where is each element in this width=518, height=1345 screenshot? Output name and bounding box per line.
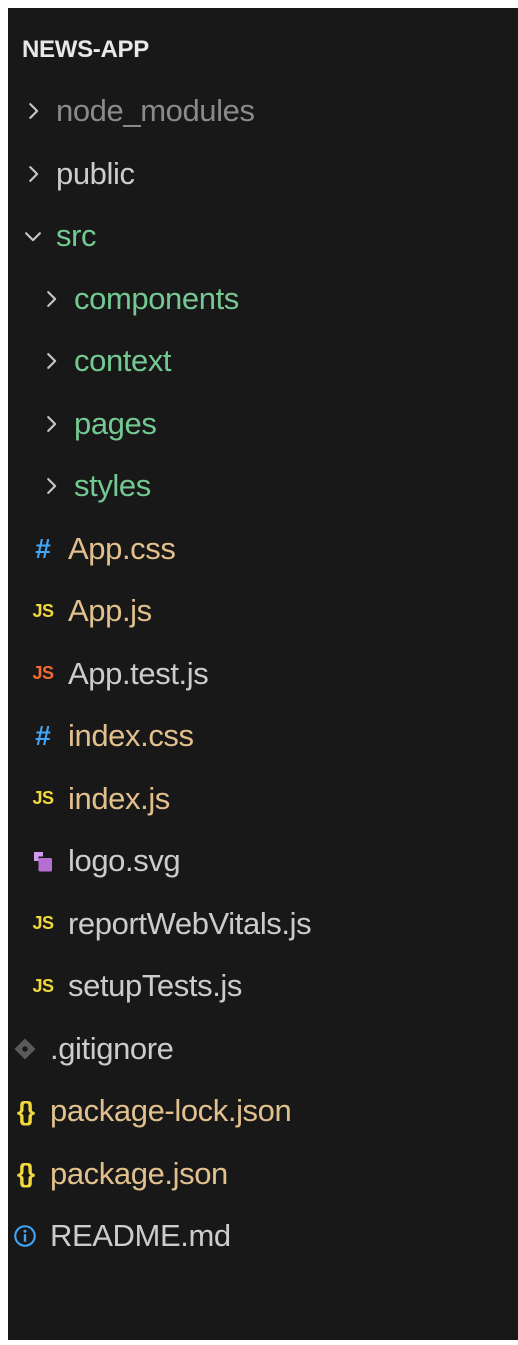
js-test-icon: JS: [32, 663, 54, 684]
explorer-title: NEWS-APP: [22, 36, 149, 63]
folder-item-context[interactable]: context: [8, 330, 518, 393]
tree-item-label: index.js: [68, 780, 170, 816]
file-item-index-js[interactable]: JS index.js: [8, 768, 518, 831]
file-item-gitignore[interactable]: .gitignore: [8, 1018, 518, 1081]
chevron-right-icon: [38, 346, 64, 376]
tree-item-label: index.css: [68, 718, 194, 754]
js-icon: JS: [32, 913, 54, 934]
folder-item-pages[interactable]: pages: [8, 393, 518, 456]
css-hash-icon: #: [35, 720, 51, 752]
file-tree: node_modulespublic src components context pa…: [8, 80, 518, 1268]
tree-item-label: logo.svg: [68, 843, 181, 879]
tree-item-label: node_modules: [56, 93, 255, 129]
js-icon: JS: [32, 788, 54, 809]
tree-item-label: App.js: [68, 593, 152, 629]
file-item-index-css[interactable]: # index.css: [8, 705, 518, 768]
folder-item-styles[interactable]: styles: [8, 455, 518, 518]
tree-item-label: pages: [74, 405, 157, 441]
json-braces-icon: {}: [16, 1158, 35, 1189]
file-item-app-js[interactable]: JS App.js: [8, 580, 518, 643]
folder-item-components[interactable]: components: [8, 268, 518, 331]
tree-item-label: src: [56, 218, 97, 254]
file-item-package-json[interactable]: {} package.json: [8, 1143, 518, 1206]
folder-item-src[interactable]: src: [8, 205, 518, 268]
svg-icon: [28, 845, 58, 877]
file-item-app-css[interactable]: # App.css: [8, 518, 518, 581]
tree-item-label: public: [56, 155, 135, 191]
file-item-logo-svg[interactable]: logo.svg: [8, 830, 518, 893]
tree-item-label: styles: [74, 468, 151, 504]
tree-item-label: context: [74, 343, 172, 379]
tree-item-label: package-lock.json: [50, 1093, 292, 1129]
tree-item-label: .gitignore: [50, 1030, 174, 1066]
tree-item-label: App.css: [68, 530, 176, 566]
folder-item-public[interactable]: public: [8, 143, 518, 206]
git-icon: [10, 1033, 40, 1065]
tree-item-label: reportWebVitals.js: [68, 905, 312, 941]
tree-item-label: components: [74, 280, 239, 316]
info-icon: [10, 1220, 40, 1252]
css-hash-icon: #: [35, 532, 51, 564]
chevron-right-icon: [38, 409, 64, 439]
file-item-setuptests-js[interactable]: JS setupTests.js: [8, 955, 518, 1018]
tree-item-label: package.json: [50, 1155, 228, 1191]
tree-item-label: App.test.js: [68, 655, 209, 691]
chevron-right-icon: [38, 471, 64, 501]
chevron-down-icon: [20, 221, 46, 251]
js-icon: JS: [32, 600, 54, 621]
js-icon: JS: [32, 975, 54, 996]
file-explorer: NEWS-APP node_modulespublic src components…: [8, 8, 518, 1340]
file-item-reportwebvitals-js[interactable]: JS reportWebVitals.js: [8, 893, 518, 956]
file-item-app-test-js[interactable]: JS App.test.js: [8, 643, 518, 706]
tree-item-label: setupTests.js: [68, 968, 242, 1004]
tree-item-label: README.md: [50, 1218, 231, 1254]
json-braces-icon: {}: [16, 1095, 35, 1126]
chevron-right-icon: [20, 96, 46, 126]
chevron-right-icon: [20, 159, 46, 189]
file-item-package-lock-json[interactable]: {} package-lock.json: [8, 1080, 518, 1143]
folder-item-node-modules[interactable]: node_modules: [8, 80, 518, 143]
file-item-readme-md[interactable]: README.md: [8, 1205, 518, 1268]
chevron-right-icon: [38, 284, 64, 314]
